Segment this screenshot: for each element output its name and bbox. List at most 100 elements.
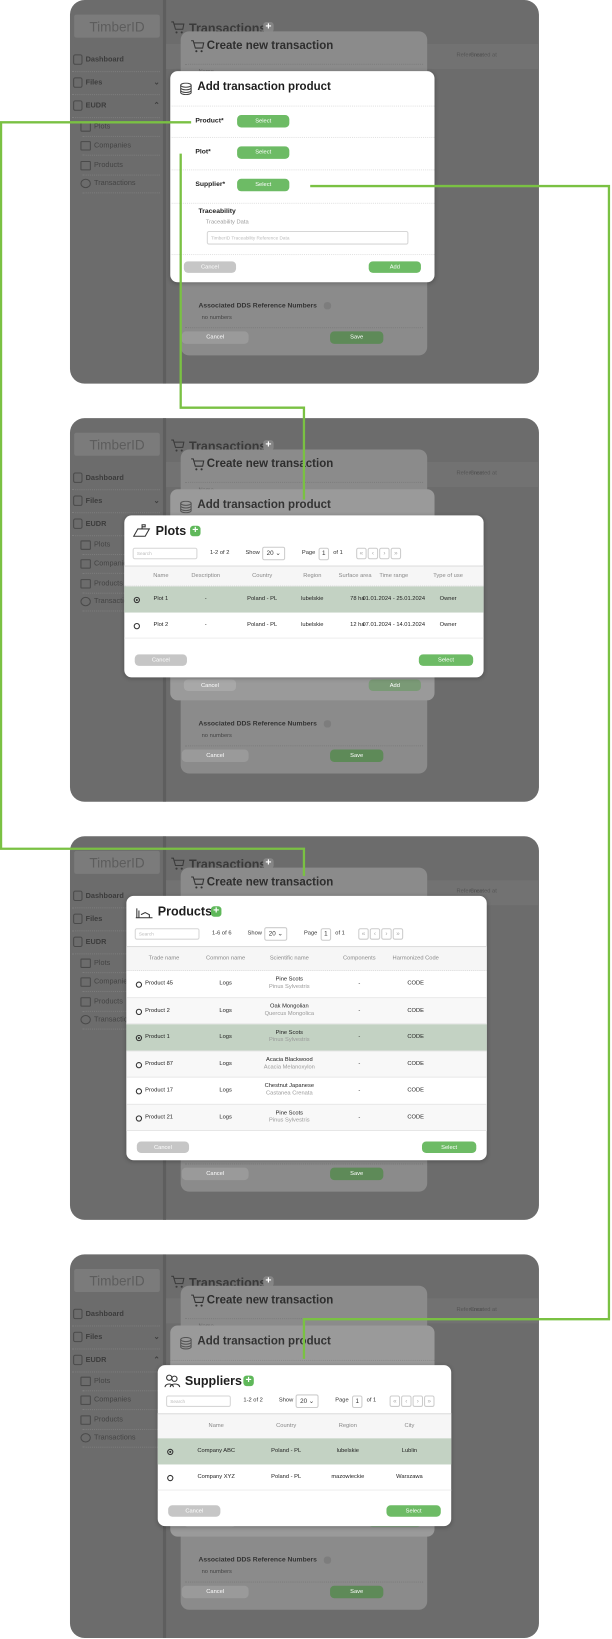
sidebar-item-transactions[interactable]: Transactions: [80, 1431, 161, 1444]
add-plot-button[interactable]: +: [190, 525, 201, 537]
sidebar-item-products[interactable]: Products: [80, 1413, 161, 1426]
add-dds-button[interactable]: [323, 1556, 332, 1564]
last-page-button[interactable]: »: [392, 928, 404, 940]
page-input[interactable]: 1: [318, 547, 330, 561]
sidebar-item-label: EUDR: [85, 101, 107, 110]
cancel-button[interactable]: Cancel: [183, 679, 237, 691]
sidebar-item-label: Dashboard: [85, 55, 124, 64]
radio-button[interactable]: [135, 1061, 143, 1068]
traceability-input[interactable]: TimberID Traceability Reference Data: [206, 231, 409, 245]
chevron-down-icon[interactable]: ⌄: [154, 495, 162, 505]
last-page-button[interactable]: »: [424, 1395, 435, 1407]
cancel-button[interactable]: Cancel: [136, 1141, 190, 1153]
prev-page-button[interactable]: ‹: [367, 547, 379, 560]
cancel-button[interactable]: Cancel: [181, 331, 249, 344]
prev-page-button[interactable]: ‹: [369, 928, 381, 940]
cancel-button[interactable]: Cancel: [168, 1505, 221, 1517]
add-button[interactable]: Add: [368, 679, 421, 691]
table-cell-latin: Pinus Sylvestris: [269, 1036, 310, 1044]
cancel-button[interactable]: Cancel: [181, 1167, 249, 1181]
page-input[interactable]: 1: [351, 1395, 363, 1409]
chevron-down-icon[interactable]: ⌄: [154, 77, 162, 87]
sidebar-item-dashboard[interactable]: Dashboard: [73, 471, 161, 484]
sidebar-item-companies[interactable]: Companies: [80, 139, 161, 152]
add-supplier-button[interactable]: +: [243, 1375, 254, 1387]
radio-button[interactable]: [135, 981, 143, 988]
transactions-icon: [80, 596, 91, 606]
sidebar-item-files[interactable]: Files: [73, 1331, 161, 1344]
radio-button[interactable]: [133, 596, 140, 604]
select-supplier-button[interactable]: Select: [237, 178, 290, 192]
sidebar-item-dashboard[interactable]: Dashboard: [73, 1308, 161, 1321]
column-header: Components: [343, 955, 376, 962]
cancel-button[interactable]: Cancel: [183, 261, 237, 273]
sidebar-item-dashboard[interactable]: Dashboard: [73, 53, 161, 66]
sidebar-item-plots[interactable]: Plots: [80, 1375, 161, 1388]
save-button[interactable]: Save: [330, 1167, 384, 1181]
select-button[interactable]: Select: [386, 1505, 441, 1517]
sidebar-item-files[interactable]: Files: [73, 76, 161, 89]
radio-button[interactable]: [135, 1088, 143, 1095]
radio-button[interactable]: [135, 1034, 143, 1042]
page-size-select[interactable]: 20 ⌄: [295, 1394, 319, 1409]
sidebar-item-files[interactable]: Files: [73, 494, 161, 507]
page-size-select[interactable]: 20 ⌄: [264, 927, 288, 941]
first-page-button[interactable]: «: [356, 547, 367, 560]
next-page-button[interactable]: ›: [379, 547, 390, 560]
chevron-up-icon[interactable]: ⌃: [154, 100, 162, 110]
last-page-button[interactable]: »: [390, 547, 402, 560]
page-input[interactable]: 1: [320, 928, 332, 941]
chevron-down-icon[interactable]: ⌄: [154, 1332, 162, 1342]
page-size-value: 20: [300, 1398, 308, 1405]
table-cell: Logs: [219, 1007, 232, 1014]
add-dds-button[interactable]: [323, 302, 332, 310]
radio-button[interactable]: [135, 1114, 143, 1122]
radio-button[interactable]: [167, 1448, 174, 1456]
search-input[interactable]: Search: [132, 547, 198, 560]
select-plot-button[interactable]: Select: [237, 146, 290, 159]
cancel-button[interactable]: Cancel: [181, 749, 249, 763]
chevron-up-icon[interactable]: ⌃: [154, 1355, 162, 1365]
select-product-button[interactable]: Select: [237, 114, 290, 128]
table-cell: Owner: [439, 595, 457, 603]
page-size-select[interactable]: 20 ⌄: [262, 546, 286, 561]
prev-page-button[interactable]: ‹: [401, 1395, 412, 1407]
search-input[interactable]: Search: [166, 1395, 231, 1407]
products-icon: [80, 996, 91, 1007]
first-page-button[interactable]: «: [389, 1395, 401, 1407]
next-page-button[interactable]: ›: [412, 1395, 424, 1407]
add-dds-button[interactable]: [323, 720, 332, 728]
cancel-button[interactable]: Cancel: [181, 1585, 249, 1599]
select-button[interactable]: Select: [421, 1141, 477, 1153]
select-button[interactable]: Select: [418, 654, 474, 666]
search-input[interactable]: Search: [134, 928, 200, 940]
sidebar-item-eudr[interactable]: EUDR: [73, 1354, 161, 1367]
divider: [170, 136, 435, 138]
add-button[interactable]: Add: [368, 261, 421, 273]
modal-title: Create new transaction: [206, 39, 334, 53]
sidebar-item-eudr[interactable]: EUDR: [73, 99, 161, 112]
save-button[interactable]: Save: [330, 331, 384, 344]
dashboard-icon: [73, 890, 83, 902]
table-cell: Product 2: [145, 1007, 170, 1014]
next-page-button[interactable]: ›: [381, 928, 392, 940]
radio-button[interactable]: [133, 622, 140, 630]
dds-label: Associated DDS Reference Numbers: [198, 302, 317, 310]
sidebar-item-companies[interactable]: Companies: [80, 1393, 161, 1406]
table-cell-latin: Quercus Mongolica: [264, 1010, 315, 1017]
table-cell: Poland - PL: [247, 595, 278, 603]
cancel-button[interactable]: Cancel: [134, 654, 187, 666]
add-product-button[interactable]: +: [210, 906, 222, 917]
divider: [184, 481, 424, 483]
save-button[interactable]: Save: [330, 749, 384, 763]
save-button[interactable]: Save: [330, 1585, 384, 1599]
sidebar-item-plots[interactable]: Plots: [80, 120, 161, 133]
sidebar-item-products[interactable]: Products: [80, 159, 161, 172]
sidebar-item-transactions[interactable]: Transactions: [80, 177, 161, 190]
radio-button[interactable]: [135, 1008, 143, 1015]
first-page-button[interactable]: «: [358, 928, 369, 940]
table-cell-latin: Acacia Melanoxylon: [263, 1063, 315, 1070]
page-size-value: 20: [266, 550, 274, 557]
sidebar-item-label: Dashboard: [85, 892, 124, 900]
radio-button[interactable]: [167, 1474, 174, 1482]
